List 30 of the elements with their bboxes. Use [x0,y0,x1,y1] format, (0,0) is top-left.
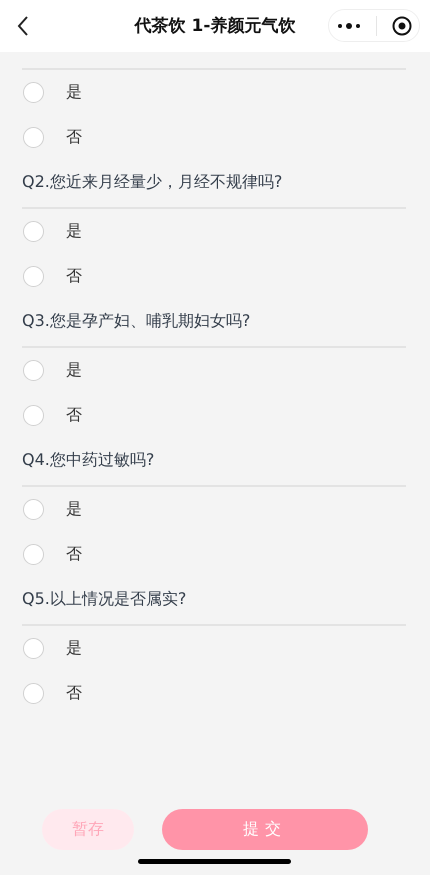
radio-button[interactable] [23,127,44,148]
option-label: 是 [66,221,82,242]
back-icon[interactable] [17,16,29,36]
option-label: 是 [66,360,82,381]
radio-button[interactable] [23,544,44,565]
question-text: Q3.您是孕产妇、哺乳期妇女吗? [22,310,252,332]
submit-button[interactable]: 提交 [162,809,368,850]
option-label: 是 [66,82,82,103]
radio-button[interactable] [23,638,44,659]
option-label: 否 [66,544,82,565]
save-draft-button[interactable]: 暂存 [42,809,134,850]
radio-button[interactable] [23,82,44,103]
option-label: 否 [66,266,82,287]
option-label: 否 [66,405,82,426]
more-icon[interactable] [336,22,360,30]
radio-button[interactable] [23,405,44,426]
radio-button[interactable] [23,221,44,242]
radio-button[interactable] [23,266,44,287]
close-icon[interactable] [392,16,412,36]
question-text: Q2.您近来月经量少，月经不规律吗? [22,171,284,193]
option-label: 否 [66,127,82,148]
page-title: 代茶饮 1-养颜元气饮 [134,15,296,37]
radio-button[interactable] [23,360,44,381]
option-label: 是 [66,499,82,520]
option-label: 是 [66,638,82,659]
option-label: 否 [66,683,82,704]
radio-button[interactable] [23,499,44,520]
question-text: Q4.您中药过敏吗? [22,449,156,471]
question-text: Q5.以上情况是否属实? [22,588,188,610]
radio-button[interactable] [23,683,44,704]
